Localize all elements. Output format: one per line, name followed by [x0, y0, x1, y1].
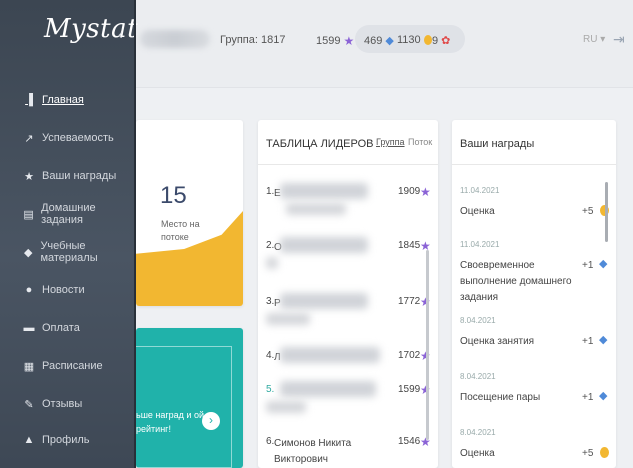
news-icon: ●	[25, 284, 33, 296]
user-name-blurred	[140, 30, 210, 48]
coin-icon	[423, 35, 432, 45]
materials-icon: ◆	[23, 246, 33, 259]
rank-label: Место на потоке	[161, 219, 200, 242]
leaderboard-title: ТАБЛИЦА ЛИДЕРОВ	[266, 138, 374, 150]
award-item: 8.04.2021 Посещение пары +1 ◆	[460, 372, 608, 403]
promo-card: ьше наград и ой рейтинг! ›	[136, 328, 243, 468]
rank-value: 15	[160, 182, 187, 209]
sidebar-item-reviews[interactable]: ✎ Отзывы	[0, 392, 134, 416]
trend-icon: ↗	[24, 132, 34, 145]
sidebar-item-progress[interactable]: ↗ Успеваемость	[0, 126, 134, 150]
star-icon: ★	[343, 34, 355, 48]
star-icon: ★	[24, 170, 34, 183]
badge-icon: ✿	[441, 35, 451, 47]
group-label: Группа: 1817	[220, 34, 286, 46]
awards-scrollbar[interactable]	[605, 182, 608, 242]
badges-stat: 9 ✿	[432, 34, 451, 48]
gem-icon: ◆	[385, 35, 394, 47]
leaderboard-card: ТАБЛИЦА ЛИДЕРОВ Группа Поток 1. Е 1909 ★…	[258, 120, 438, 468]
sidebar-item-news[interactable]: ● Новости	[0, 278, 134, 302]
gem-icon: ◆	[599, 334, 608, 346]
promo-arrow-button[interactable]: ›	[202, 412, 220, 430]
star-icon: ★	[420, 185, 431, 199]
promo-frame	[136, 346, 232, 468]
award-item: 8.04.2021 Оценка занятия +1 ◆	[460, 316, 608, 347]
tab-stream[interactable]: Поток	[408, 137, 432, 147]
divider	[452, 164, 616, 165]
awards-title: Ваши награды	[460, 138, 535, 150]
sidebar-item-schedule[interactable]: ▦ Расписание	[0, 354, 134, 378]
sidebar-item-profile[interactable]: ▲ Профиль	[0, 428, 134, 452]
awards-card: Ваши награды 11.04.2021 Оценка +5 11.04.…	[452, 120, 616, 468]
award-item: 11.04.2021 Своевременное выполнение дома…	[460, 240, 608, 303]
tab-group[interactable]: Группа	[376, 137, 405, 147]
logout-icon[interactable]: ⇥	[613, 31, 625, 48]
coin-icon	[600, 447, 609, 458]
sidebar-item-materials[interactable]: ◆ Учебные материалы	[0, 240, 134, 264]
logo[interactable]: Mystat	[44, 14, 138, 44]
sidebar-item-payment[interactable]: ▬ Оплата	[0, 316, 134, 340]
sidebar: Mystat ‹ ▐ Главная ↗ Успеваемость ★ Ваши…	[0, 0, 138, 468]
award-item: 11.04.2021 Оценка +5	[460, 186, 610, 217]
gems-stat: 469 ◆	[364, 34, 394, 48]
payment-icon: ▬	[23, 322, 35, 334]
calendar-icon: ▦	[23, 360, 35, 373]
sidebar-item-home[interactable]: ▐ Главная	[0, 88, 134, 112]
review-icon: ✎	[24, 398, 34, 411]
chevron-left-icon[interactable]: ‹	[118, 26, 123, 42]
sidebar-item-homework[interactable]: ▤ Домашние задания	[0, 202, 134, 226]
gem-icon: ◆	[599, 258, 608, 270]
homework-icon: ▤	[23, 208, 34, 221]
user-icon: ▲	[23, 434, 35, 446]
promo-text: ьше наград и ой рейтинг!	[136, 410, 204, 434]
language-select[interactable]: RU ▾	[583, 34, 605, 45]
stars-stat: 1599 ★	[316, 34, 355, 48]
sidebar-item-awards[interactable]: ★ Ваши награды	[0, 164, 134, 188]
award-item: 8.04.2021 Оценка +5	[460, 428, 610, 459]
rank-card: 15 Место на потоке	[136, 120, 243, 306]
divider	[258, 164, 438, 165]
chart-icon: ▐	[25, 94, 33, 106]
leaderboard-scrollbar[interactable]	[426, 250, 429, 440]
gem-icon: ◆	[599, 390, 608, 402]
coins-stat: 1130	[397, 34, 432, 46]
